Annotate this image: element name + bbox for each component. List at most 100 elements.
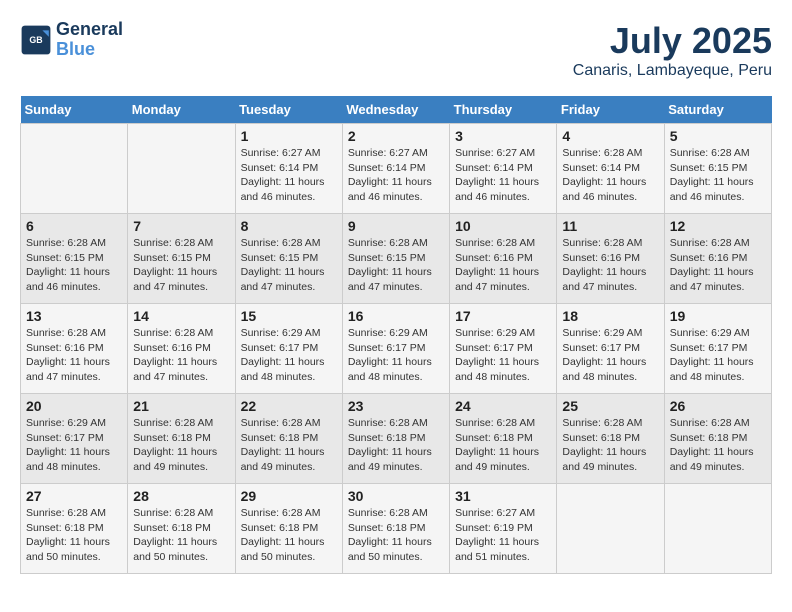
logo-icon: GB [20,24,52,56]
calendar-cell: 13Sunrise: 6:28 AM Sunset: 6:16 PM Dayli… [21,304,128,394]
day-info: Sunrise: 6:28 AM Sunset: 6:18 PM Dayligh… [241,416,337,475]
day-number: 24 [455,398,551,414]
day-info: Sunrise: 6:28 AM Sunset: 6:16 PM Dayligh… [562,236,658,295]
day-info: Sunrise: 6:28 AM Sunset: 6:18 PM Dayligh… [348,506,444,565]
calendar-cell: 22 Sunrise: 6:28 AM Sunset: 6:18 PM Dayli… [235,394,342,484]
day-number: 6 [26,218,122,234]
day-info: Sunrise: 6:28 AM Sunset: 6:18 PM Dayligh… [133,416,229,475]
day-info: Sunrise: 6:28 AM Sunset: 6:15 PM Dayligh… [133,236,229,295]
calendar-cell: 31Sunrise: 6:27 AM Sunset: 6:19 PM Dayli… [450,484,557,574]
calendar-cell: 19 Sunrise: 6:29 AM Sunset: 6:17 PM Dayli… [664,304,771,394]
page-header: GB General Blue July 2025 Canaris, Lamba… [20,20,772,80]
day-info: Sunrise: 6:28 AM Sunset: 6:16 PM Dayligh… [670,236,766,295]
day-number: 5 [670,128,766,144]
day-number: 21 [133,398,229,414]
day-number: 12 [670,218,766,234]
day-info: Sunrise: 6:29 AM Sunset: 6:17 PM Dayligh… [241,326,337,385]
calendar-cell: 2Sunrise: 6:27 AM Sunset: 6:14 PM Daylig… [342,124,449,214]
calendar-cell: 1 Sunrise: 6:27 AM Sunset: 6:14 PM Daylig… [235,124,342,214]
weekday-thursday: Thursday [450,96,557,124]
day-info: Sunrise: 6:28 AM Sunset: 6:15 PM Dayligh… [241,236,337,295]
calendar-week-2: 6 Sunrise: 6:28 AM Sunset: 6:15 PM Daylig… [21,214,772,304]
title-block: July 2025 Canaris, Lambayeque, Peru [573,20,772,80]
svg-text:GB: GB [29,35,42,45]
weekday-sunday: Sunday [21,96,128,124]
day-info: Sunrise: 6:28 AM Sunset: 6:18 PM Dayligh… [455,416,551,475]
calendar-cell: 8 Sunrise: 6:28 AM Sunset: 6:15 PM Daylig… [235,214,342,304]
weekday-saturday: Saturday [664,96,771,124]
calendar-cell: 9 Sunrise: 6:28 AM Sunset: 6:15 PM Daylig… [342,214,449,304]
day-number: 29 [241,488,337,504]
day-info: Sunrise: 6:27 AM Sunset: 6:14 PM Dayligh… [241,146,337,205]
day-info: Sunrise: 6:28 AM Sunset: 6:18 PM Dayligh… [26,506,122,565]
calendar-week-4: 20 Sunrise: 6:29 AM Sunset: 6:17 PM Dayli… [21,394,772,484]
calendar-cell: 27 Sunrise: 6:28 AM Sunset: 6:18 PM Dayli… [21,484,128,574]
logo-line1: General [56,20,123,40]
calendar-cell: 30 Sunrise: 6:28 AM Sunset: 6:18 PM Dayli… [342,484,449,574]
calendar-cell: 14 Sunrise: 6:28 AM Sunset: 6:16 PM Dayli… [128,304,235,394]
weekday-wednesday: Wednesday [342,96,449,124]
weekday-header-row: SundayMondayTuesdayWednesdayThursdayFrid… [21,96,772,124]
day-number: 7 [133,218,229,234]
calendar-cell: 12 Sunrise: 6:28 AM Sunset: 6:16 PM Dayli… [664,214,771,304]
day-number: 19 [670,308,766,324]
day-number: 10 [455,218,551,234]
logo: GB General Blue [20,20,123,60]
day-number: 22 [241,398,337,414]
calendar-cell: 10Sunrise: 6:28 AM Sunset: 6:16 PM Dayli… [450,214,557,304]
day-info: Sunrise: 6:29 AM Sunset: 6:17 PM Dayligh… [26,416,122,475]
day-number: 23 [348,398,444,414]
calendar-cell: 17Sunrise: 6:29 AM Sunset: 6:17 PM Dayli… [450,304,557,394]
calendar-week-1: 1 Sunrise: 6:27 AM Sunset: 6:14 PM Daylig… [21,124,772,214]
calendar-cell [664,484,771,574]
day-info: Sunrise: 6:27 AM Sunset: 6:14 PM Dayligh… [455,146,551,205]
day-number: 3 [455,128,551,144]
day-number: 26 [670,398,766,414]
day-info: Sunrise: 6:28 AM Sunset: 6:15 PM Dayligh… [670,146,766,205]
day-number: 20 [26,398,122,414]
day-info: Sunrise: 6:28 AM Sunset: 6:16 PM Dayligh… [133,326,229,385]
calendar-cell [557,484,664,574]
day-info: Sunrise: 6:28 AM Sunset: 6:14 PM Dayligh… [562,146,658,205]
calendar-cell: 5 Sunrise: 6:28 AM Sunset: 6:15 PM Daylig… [664,124,771,214]
day-number: 18 [562,308,658,324]
calendar-cell: 11 Sunrise: 6:28 AM Sunset: 6:16 PM Dayli… [557,214,664,304]
day-info: Sunrise: 6:27 AM Sunset: 6:19 PM Dayligh… [455,506,551,565]
calendar-cell: 20 Sunrise: 6:29 AM Sunset: 6:17 PM Dayli… [21,394,128,484]
calendar-cell [21,124,128,214]
day-info: Sunrise: 6:27 AM Sunset: 6:14 PM Dayligh… [348,146,444,205]
calendar-cell: 24 Sunrise: 6:28 AM Sunset: 6:18 PM Dayli… [450,394,557,484]
weekday-monday: Monday [128,96,235,124]
day-number: 4 [562,128,658,144]
calendar-cell: 16Sunrise: 6:29 AM Sunset: 6:17 PM Dayli… [342,304,449,394]
day-info: Sunrise: 6:29 AM Sunset: 6:17 PM Dayligh… [670,326,766,385]
calendar-cell: 15 Sunrise: 6:29 AM Sunset: 6:17 PM Dayli… [235,304,342,394]
calendar-table: SundayMondayTuesdayWednesdayThursdayFrid… [20,96,772,574]
day-number: 30 [348,488,444,504]
calendar-week-3: 13Sunrise: 6:28 AM Sunset: 6:16 PM Dayli… [21,304,772,394]
day-number: 1 [241,128,337,144]
day-info: Sunrise: 6:28 AM Sunset: 6:15 PM Dayligh… [26,236,122,295]
day-number: 16 [348,308,444,324]
day-info: Sunrise: 6:28 AM Sunset: 6:18 PM Dayligh… [133,506,229,565]
day-info: Sunrise: 6:28 AM Sunset: 6:15 PM Dayligh… [348,236,444,295]
calendar-cell [128,124,235,214]
calendar-cell: 26Sunrise: 6:28 AM Sunset: 6:18 PM Dayli… [664,394,771,484]
calendar-week-5: 27 Sunrise: 6:28 AM Sunset: 6:18 PM Dayli… [21,484,772,574]
day-number: 14 [133,308,229,324]
calendar-cell: 7 Sunrise: 6:28 AM Sunset: 6:15 PM Daylig… [128,214,235,304]
logo-text: General Blue [56,20,123,60]
day-number: 25 [562,398,658,414]
calendar-body: 1 Sunrise: 6:27 AM Sunset: 6:14 PM Daylig… [21,124,772,574]
day-number: 27 [26,488,122,504]
day-number: 9 [348,218,444,234]
weekday-friday: Friday [557,96,664,124]
calendar-cell: 3 Sunrise: 6:27 AM Sunset: 6:14 PM Daylig… [450,124,557,214]
day-number: 11 [562,218,658,234]
day-number: 8 [241,218,337,234]
day-number: 15 [241,308,337,324]
calendar-cell: 28Sunrise: 6:28 AM Sunset: 6:18 PM Dayli… [128,484,235,574]
calendar-cell: 25Sunrise: 6:28 AM Sunset: 6:18 PM Dayli… [557,394,664,484]
calendar-cell: 21 Sunrise: 6:28 AM Sunset: 6:18 PM Dayli… [128,394,235,484]
weekday-tuesday: Tuesday [235,96,342,124]
